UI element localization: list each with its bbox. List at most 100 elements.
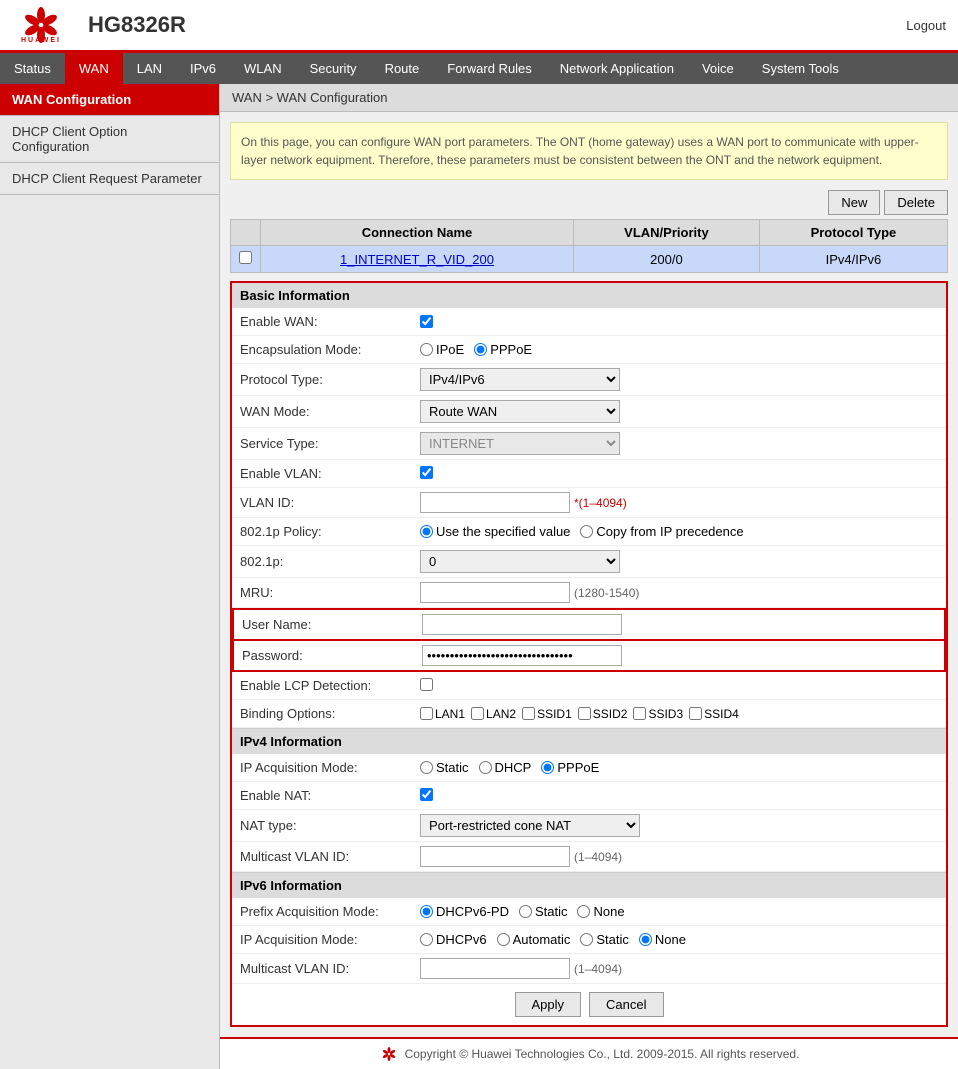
- encap-ipoe-radio[interactable]: [420, 343, 433, 356]
- ipv4-pppoe-radio[interactable]: [541, 761, 554, 774]
- ipv4-dhcp-label[interactable]: DHCP: [479, 760, 532, 775]
- sidebar-item-dhcp-option[interactable]: DHCP Client Option Configuration: [0, 116, 219, 163]
- ipv4-multicast-vlan-input[interactable]: [420, 846, 570, 867]
- nav-netapp[interactable]: Network Application: [546, 53, 688, 84]
- prefix-none-label[interactable]: None: [577, 904, 624, 919]
- lcp-checkbox[interactable]: [420, 678, 433, 691]
- password-row: Password:: [232, 641, 946, 672]
- prefix-dhcpv6pd-radio[interactable]: [420, 905, 433, 918]
- binding-lan2-label[interactable]: LAN2: [471, 707, 516, 721]
- enable-wan-checkbox[interactable]: [420, 315, 433, 328]
- nav-forward[interactable]: Forward Rules: [433, 53, 546, 84]
- apply-button[interactable]: Apply: [515, 992, 582, 1017]
- binding-ssid4-label[interactable]: SSID4: [689, 707, 739, 721]
- binding-ssid4-text: SSID4: [704, 707, 739, 721]
- info-box: On this page, you can configure WAN port…: [230, 122, 948, 180]
- policy-use-specified-radio[interactable]: [420, 525, 433, 538]
- main-content: WAN > WAN Configuration On this page, yo…: [220, 84, 958, 1069]
- nav-status[interactable]: Status: [0, 53, 65, 84]
- nav-wan[interactable]: WAN: [65, 53, 123, 84]
- btn-row: New Delete: [230, 190, 948, 215]
- nav-security[interactable]: Security: [296, 53, 371, 84]
- enable-vlan-row: Enable VLAN:: [232, 460, 946, 488]
- encap-ipoe-label[interactable]: IPoE: [420, 342, 464, 357]
- policy-copy-ip-label[interactable]: Copy from IP precedence: [580, 524, 743, 539]
- mru-hint: (1280-1540): [574, 586, 639, 600]
- ipv4-pppoe-label[interactable]: PPPoE: [541, 760, 599, 775]
- ipv6-dhcpv6-label[interactable]: DHCPv6: [420, 932, 487, 947]
- ipv6-static-label[interactable]: Static: [580, 932, 629, 947]
- ipv6-acq-mode-row: IP Acquisition Mode: DHCPv6 Automatic St…: [232, 926, 946, 954]
- prefix-static-label[interactable]: Static: [519, 904, 568, 919]
- prefix-none-radio[interactable]: [577, 905, 590, 918]
- password-field: [422, 645, 936, 666]
- binding-ssid3-checkbox[interactable]: [633, 707, 646, 720]
- new-button[interactable]: New: [828, 190, 880, 215]
- sidebar-item-wan-config[interactable]: WAN Configuration: [0, 84, 219, 116]
- ipv6-multicast-vlan-input[interactable]: [420, 958, 570, 979]
- wan-mode-field: Route WAN Bridge WAN: [420, 400, 938, 423]
- binding-lan1-text: LAN1: [435, 707, 465, 721]
- nat-type-select[interactable]: Port-restricted cone NAT Full cone NAT R…: [420, 814, 640, 837]
- ipv6-static-radio[interactable]: [580, 933, 593, 946]
- cancel-button[interactable]: Cancel: [589, 992, 663, 1017]
- binding-lan1-checkbox[interactable]: [420, 707, 433, 720]
- enable-vlan-checkbox[interactable]: [420, 466, 433, 479]
- binding-ssid1-checkbox[interactable]: [522, 707, 535, 720]
- binding-ssid1-label[interactable]: SSID1: [522, 707, 572, 721]
- logout-button[interactable]: Logout: [906, 18, 946, 33]
- prefix-static-radio[interactable]: [519, 905, 532, 918]
- row-connection-name[interactable]: 1_INTERNET_R_VID_200: [261, 246, 574, 273]
- password-input[interactable]: [422, 645, 622, 666]
- lcp-field: [420, 678, 938, 694]
- enable-nat-field: [420, 788, 938, 804]
- ipv6-none-radio[interactable]: [639, 933, 652, 946]
- binding-lan2-checkbox[interactable]: [471, 707, 484, 720]
- ipv4-acq-mode-field: Static DHCP PPPoE: [420, 760, 938, 775]
- encap-ipoe-text: IPoE: [436, 342, 464, 357]
- delete-button[interactable]: Delete: [884, 190, 948, 215]
- ipv4-static-label[interactable]: Static: [420, 760, 469, 775]
- nav-lan[interactable]: LAN: [123, 53, 176, 84]
- footer-logo-icon: [379, 1047, 399, 1061]
- row-checkbox-cell[interactable]: [231, 246, 261, 273]
- service-type-select[interactable]: INTERNET: [420, 432, 620, 455]
- nav-tools[interactable]: System Tools: [748, 53, 853, 84]
- binding-lan1-label[interactable]: LAN1: [420, 707, 465, 721]
- encap-pppoe-radio[interactable]: [474, 343, 487, 356]
- ipv6-automatic-radio[interactable]: [497, 933, 510, 946]
- nav-route[interactable]: Route: [371, 53, 434, 84]
- ipv4-dhcp-radio[interactable]: [479, 761, 492, 774]
- binding-ssid3-label[interactable]: SSID3: [633, 707, 683, 721]
- binding-ssid2-label[interactable]: SSID2: [578, 707, 628, 721]
- binding-ssid4-checkbox[interactable]: [689, 707, 702, 720]
- nav-wlan[interactable]: WLAN: [230, 53, 296, 84]
- protocol-type-select[interactable]: IPv4/IPv6: [420, 368, 620, 391]
- username-input[interactable]: fernando2: [422, 614, 622, 635]
- wan-form-section: Basic Information Enable WAN: Encapsulat…: [230, 281, 948, 1027]
- dot1p-row: 802.1p: 0: [232, 546, 946, 578]
- table-area: New Delete Connection Name VLAN/Priority…: [230, 190, 948, 273]
- dot1p-select[interactable]: 0: [420, 550, 620, 573]
- ipv4-static-text: Static: [436, 760, 469, 775]
- vlan-id-input[interactable]: 200: [420, 492, 570, 513]
- row-protocol-type: IPv4/IPv6: [759, 246, 947, 273]
- sidebar-item-dhcp-request[interactable]: DHCP Client Request Parameter: [0, 163, 219, 195]
- ipv6-automatic-label[interactable]: Automatic: [497, 932, 571, 947]
- policy-copy-ip-radio[interactable]: [580, 525, 593, 538]
- connection-table: Connection Name VLAN/Priority Protocol T…: [230, 219, 948, 273]
- nav-ipv6[interactable]: IPv6: [176, 53, 230, 84]
- mru-input[interactable]: 1492: [420, 582, 570, 603]
- ipv6-none-label[interactable]: None: [639, 932, 686, 947]
- prefix-dhcpv6pd-label[interactable]: DHCPv6-PD: [420, 904, 509, 919]
- ipv6-dhcpv6-radio[interactable]: [420, 933, 433, 946]
- binding-ssid2-checkbox[interactable]: [578, 707, 591, 720]
- ipv4-static-radio[interactable]: [420, 761, 433, 774]
- binding-ssid1-text: SSID1: [537, 707, 572, 721]
- row-checkbox[interactable]: [239, 251, 252, 264]
- encap-pppoe-label[interactable]: PPPoE: [474, 342, 532, 357]
- nav-voice[interactable]: Voice: [688, 53, 748, 84]
- enable-nat-checkbox[interactable]: [420, 788, 433, 801]
- wan-mode-select[interactable]: Route WAN Bridge WAN: [420, 400, 620, 423]
- policy-use-specified-label[interactable]: Use the specified value: [420, 524, 570, 539]
